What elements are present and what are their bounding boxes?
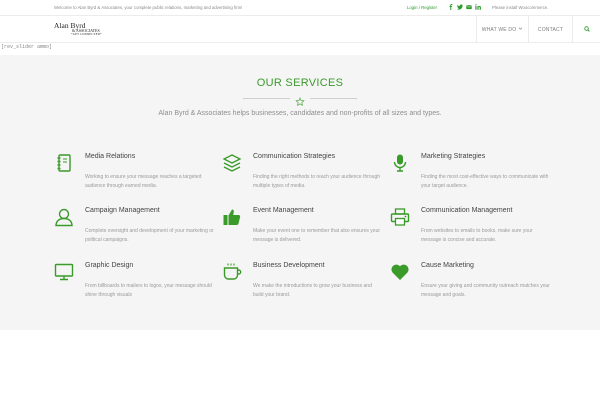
service-name: Graphic Design <box>85 262 134 269</box>
email-icon[interactable] <box>466 4 472 10</box>
top-bar: Welcome to Alan Byrd & Associates, your … <box>0 0 600 16</box>
nav-what-we-do[interactable]: WHAT WE DO <box>476 16 528 43</box>
chevron-down-icon <box>518 26 523 33</box>
social-links <box>448 3 481 10</box>
facebook-icon[interactable] <box>448 3 454 10</box>
notebook-icon <box>54 153 74 173</box>
service-name: Media Relations <box>85 153 136 160</box>
nav-search-button[interactable] <box>572 16 600 43</box>
service-description: Working to ensure your message reaches a… <box>85 174 202 189</box>
nav-what-we-do-label: WHAT WE DO <box>481 26 517 33</box>
site-header: Alan Byrd & ASSOCIATES *GET CONNECTED* W… <box>0 16 600 43</box>
logo-tagline: *GET CONNECTED* <box>71 32 102 36</box>
search-icon <box>583 25 590 34</box>
title-divider-right <box>310 98 357 99</box>
layers-icon <box>222 153 242 173</box>
section-subtitle: Alan Byrd & Associates helps businesses,… <box>158 110 442 117</box>
service-description: Finding the right methods to reach your … <box>253 174 381 189</box>
site-logo[interactable]: Alan Byrd & ASSOCIATES *GET CONNECTED* <box>54 22 102 37</box>
service-description: From websites to emails to books, make s… <box>421 228 533 243</box>
login-register-link[interactable]: Login / Register <box>407 5 437 10</box>
service-description: From billboards to mailers to logos, you… <box>85 283 212 298</box>
section-title: OUR SERVICES <box>256 77 344 89</box>
main-nav: WHAT WE DO CONTACT <box>476 16 600 43</box>
heart-icon <box>390 262 410 282</box>
service-description: Complete oversight and development of yo… <box>85 228 214 243</box>
title-divider-left <box>243 98 290 99</box>
service-description: Ensure your giving and community outreac… <box>421 283 550 298</box>
user-icon <box>54 207 74 227</box>
monitor-icon <box>54 262 74 282</box>
service-name: Communication Management <box>421 207 513 214</box>
service-name: Cause Marketing <box>421 262 474 269</box>
linkedin-icon[interactable] <box>475 3 481 10</box>
service-name: Communication Strategies <box>253 153 336 160</box>
woocommerce-notice: Please install Woocommerce. <box>492 5 549 10</box>
star-icon <box>295 94 305 107</box>
service-name: Business Development <box>253 262 325 269</box>
service-description: Finding the most cost-effective ways to … <box>421 174 549 189</box>
microphone-icon <box>390 153 410 173</box>
printer-icon <box>390 207 410 227</box>
services-section: OUR SERVICES Alan Byrd & Associates help… <box>0 55 600 330</box>
service-name: Campaign Management <box>85 207 160 214</box>
service-name: Event Management <box>253 207 314 214</box>
service-name: Marketing Strategies <box>421 153 486 160</box>
welcome-message: Welcome to Alan Byrd & Associates, your … <box>54 5 243 10</box>
twitter-icon[interactable] <box>457 3 463 10</box>
nav-contact[interactable]: CONTACT <box>528 16 572 43</box>
thumbs-up-icon <box>222 207 242 227</box>
service-description: Make your event one to remember that als… <box>253 228 381 243</box>
service-description: We make the introductions to grow your b… <box>253 283 372 298</box>
slider-shortcode: [rev_slider ammo] <box>1 44 53 50</box>
coffee-icon <box>222 262 242 282</box>
nav-contact-label: CONTACT <box>537 26 564 33</box>
